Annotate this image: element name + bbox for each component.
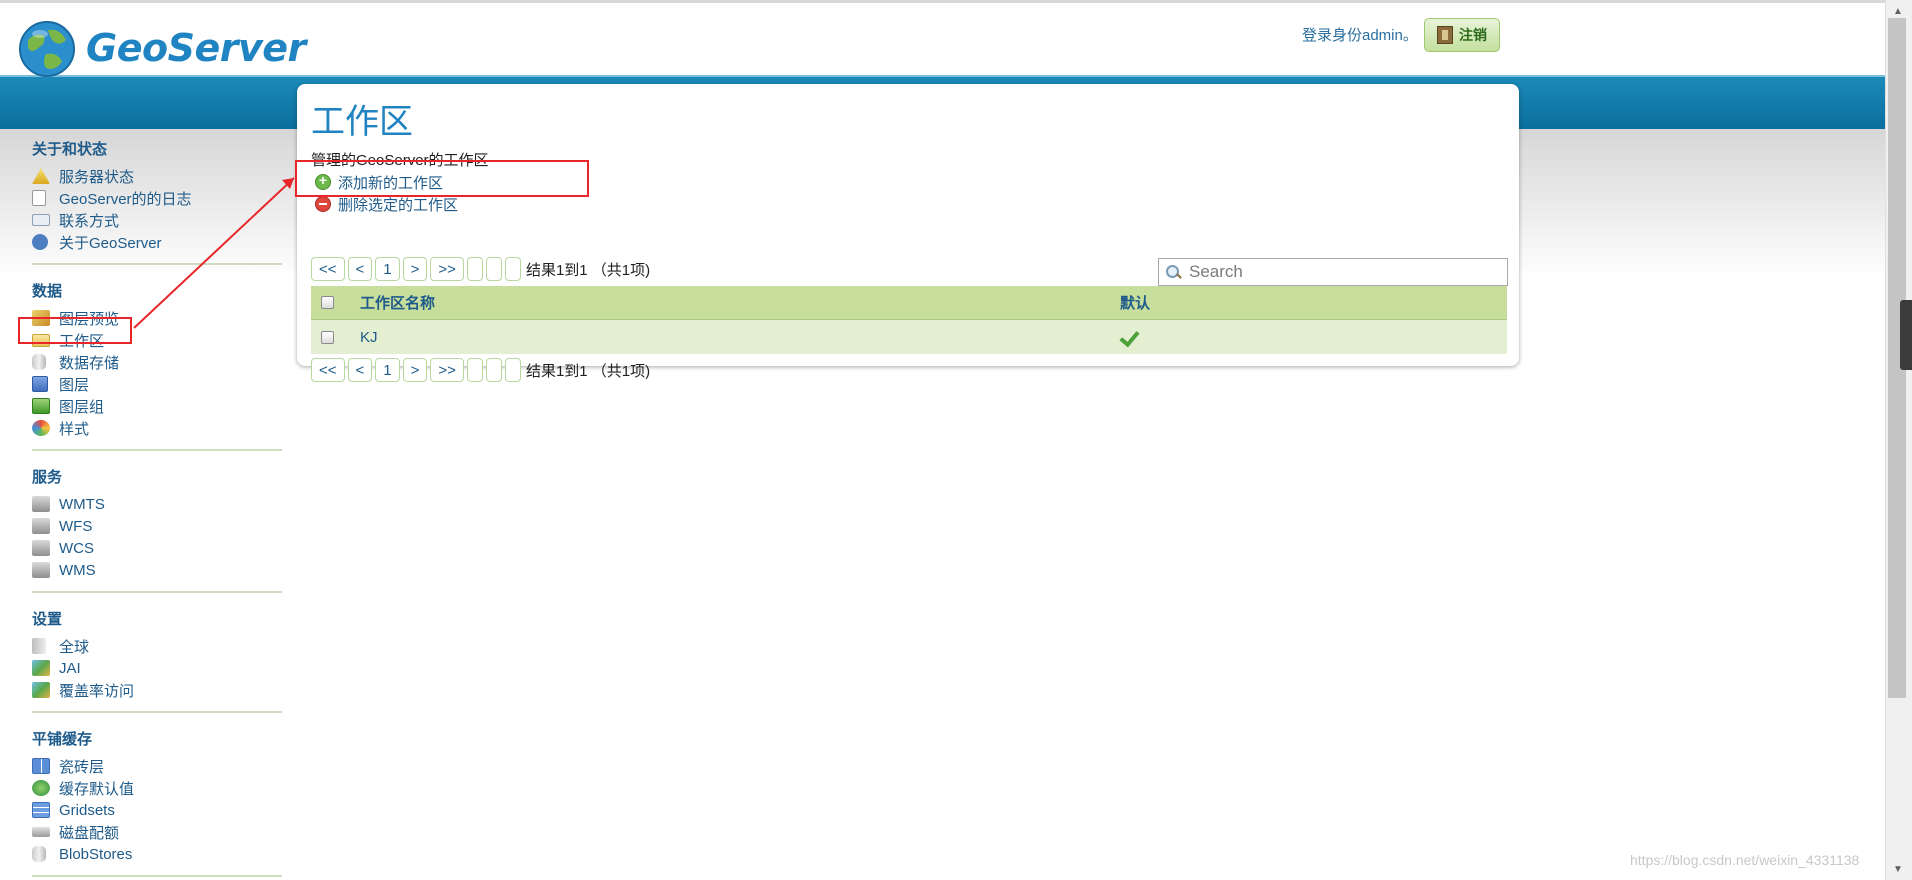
scroll-up-arrow-icon[interactable]: ▲ [1893, 6, 1903, 17]
scroll-down-arrow-icon[interactable]: ▼ [1893, 864, 1903, 875]
watermark: https://blog.csdn.net/weixin_4331138 [1630, 852, 1860, 868]
annotation-arrow [133, 177, 295, 329]
side-widget-tab[interactable] [1900, 300, 1912, 370]
